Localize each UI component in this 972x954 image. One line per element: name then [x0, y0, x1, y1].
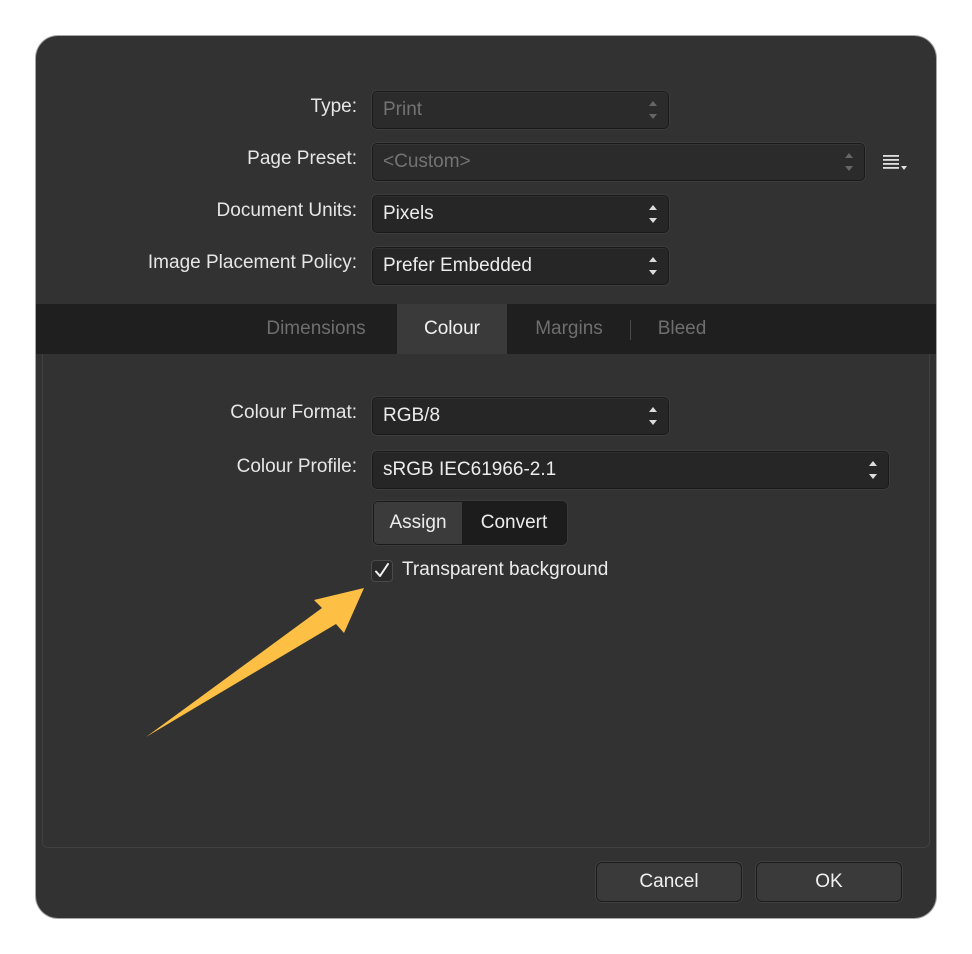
- tab-margins[interactable]: Margins: [514, 304, 624, 354]
- page-preset-value: <Custom>: [383, 151, 471, 172]
- stepper-arrows-icon: [648, 203, 658, 225]
- stepper-arrows-icon: [648, 99, 658, 121]
- image-placement-label: Image Placement Policy:: [147, 252, 357, 273]
- assign-convert-segmented-control: Assign Convert: [373, 501, 567, 545]
- tab-bar: Dimensions Colour Margins Bleed: [36, 304, 936, 354]
- presets-menu-icon[interactable]: [881, 152, 911, 172]
- type-value: Print: [383, 99, 423, 120]
- colour-format-select[interactable]: RGB/8: [372, 397, 669, 435]
- colour-format-value: RGB/8: [383, 405, 441, 426]
- tab-colour[interactable]: Colour: [397, 304, 507, 354]
- document-units-select[interactable]: Pixels: [372, 195, 669, 233]
- stepper-arrows-icon: [844, 151, 854, 173]
- convert-button[interactable]: Convert: [462, 502, 566, 544]
- stepper-arrows-icon: [648, 255, 658, 277]
- checkmark-icon: [375, 563, 389, 577]
- transparent-background-label[interactable]: Transparent background: [402, 559, 608, 581]
- tab-dimensions[interactable]: Dimensions: [244, 304, 388, 354]
- page-preset-select: <Custom>: [372, 143, 865, 181]
- colour-profile-label: Colour Profile:: [236, 456, 357, 477]
- tab-divider: [630, 320, 631, 340]
- type-select: Print: [372, 91, 669, 129]
- ok-button[interactable]: OK: [756, 862, 902, 902]
- type-label: Type:: [310, 96, 357, 117]
- document-units-value: Pixels: [383, 203, 434, 224]
- transparent-background-checkbox[interactable]: [371, 560, 393, 582]
- image-placement-value: Prefer Embedded: [383, 255, 532, 276]
- tab-bleed[interactable]: Bleed: [636, 304, 728, 354]
- document-setup-dialog: Type: Print Page Preset: <Custom> Docume…: [36, 36, 936, 918]
- image-placement-select[interactable]: Prefer Embedded: [372, 247, 669, 285]
- colour-profile-value: sRGB IEC61966-2.1: [383, 459, 557, 480]
- assign-button[interactable]: Assign: [374, 502, 462, 544]
- colour-format-label: Colour Format:: [230, 402, 357, 423]
- page-preset-label: Page Preset:: [247, 148, 357, 169]
- stepper-arrows-icon: [868, 459, 878, 481]
- cancel-button[interactable]: Cancel: [596, 862, 742, 902]
- stepper-arrows-icon: [648, 405, 658, 427]
- document-units-label: Document Units:: [216, 200, 357, 221]
- colour-profile-select[interactable]: sRGB IEC61966-2.1: [372, 451, 889, 489]
